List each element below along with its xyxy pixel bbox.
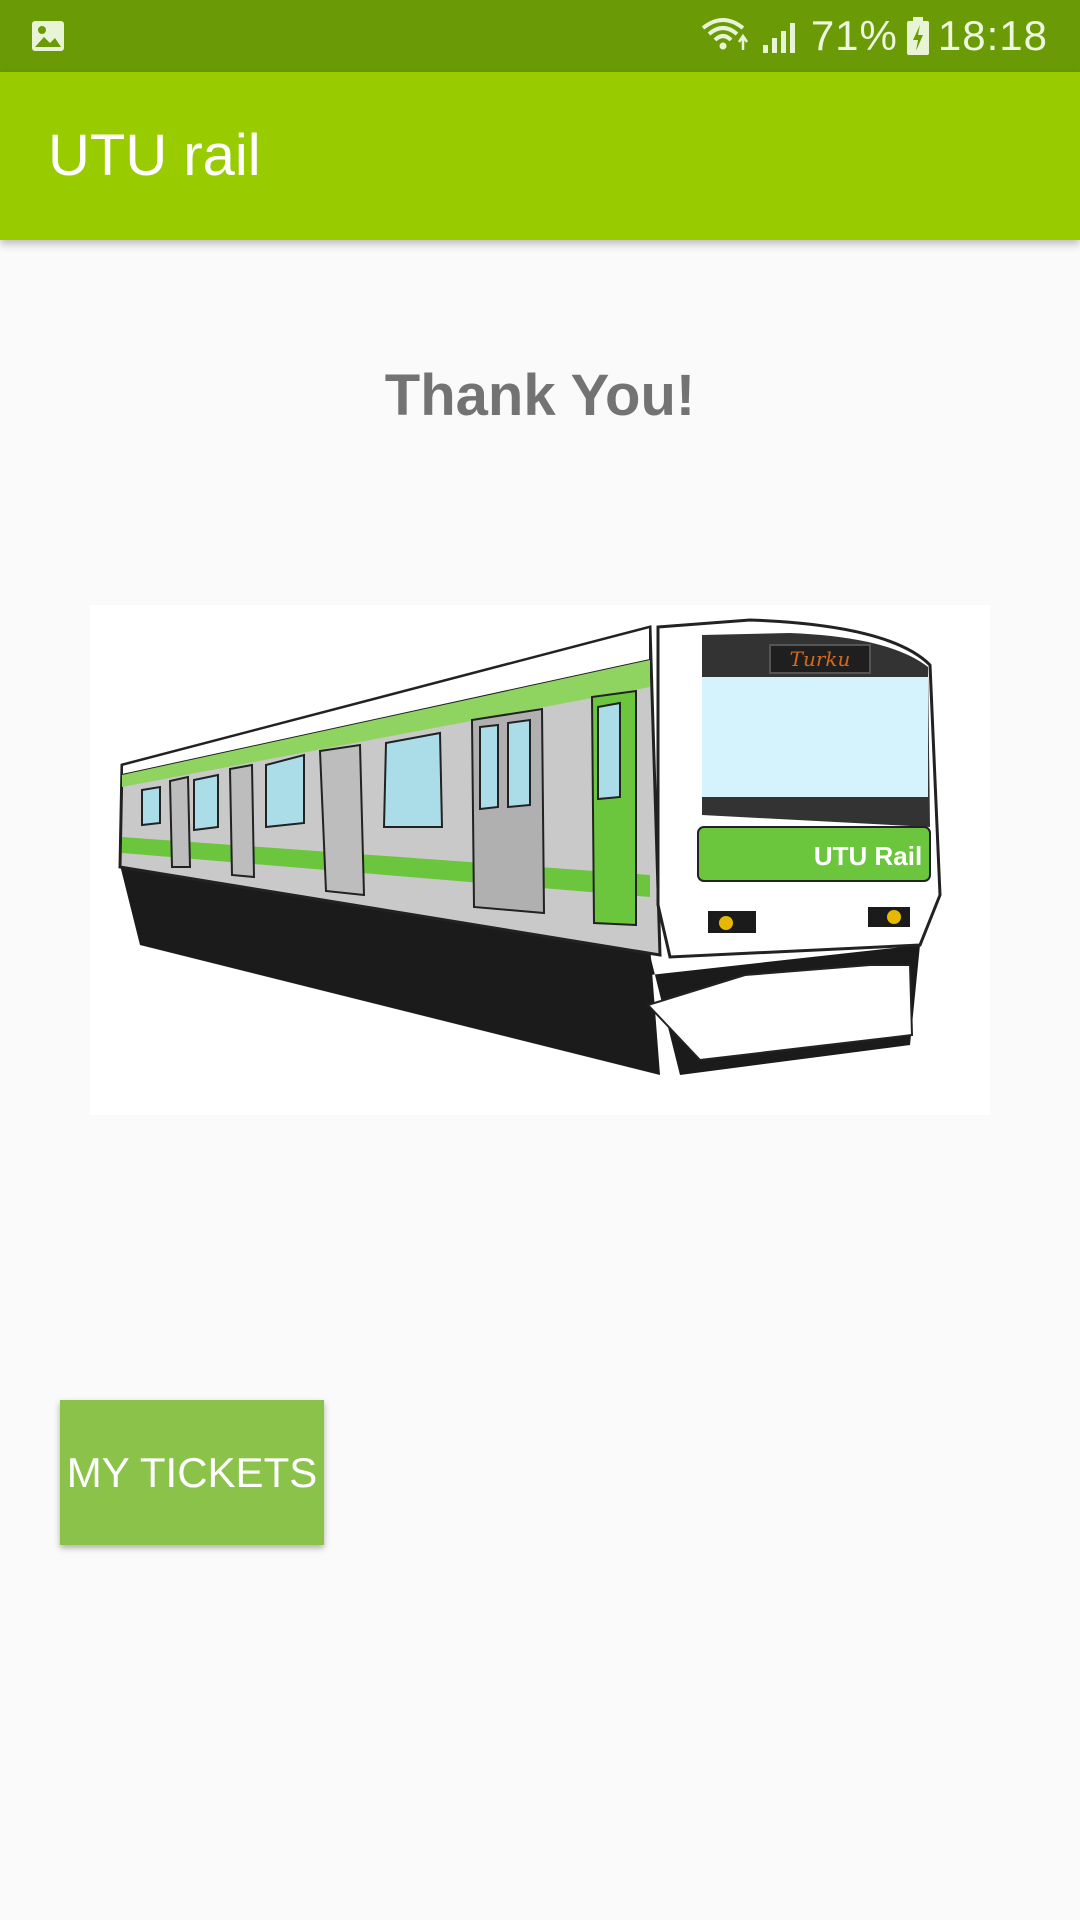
app-bar: UTU rail (0, 72, 1080, 240)
gallery-icon (32, 21, 64, 51)
train-image: Turku UTU Rail (90, 605, 990, 1115)
wifi-icon (701, 18, 748, 50)
train-illustration: Turku UTU Rail (118, 618, 942, 1075)
clock: 18:18 (937, 12, 1048, 59)
my-tickets-button[interactable]: MY TICKETS (60, 1400, 324, 1545)
signal-icon (762, 23, 795, 53)
app-title: UTU rail (48, 123, 261, 188)
status-bar: 71% 18:18 (0, 0, 1080, 72)
destination-sign: Turku (790, 647, 851, 671)
thank-you-heading: Thank You! (384, 363, 696, 428)
battery-percent: 71% (810, 12, 898, 59)
train-logo-text: UTU Rail (814, 841, 922, 871)
status-icons: 71% 18:18 (701, 0, 1048, 72)
battery-icon (906, 17, 929, 55)
